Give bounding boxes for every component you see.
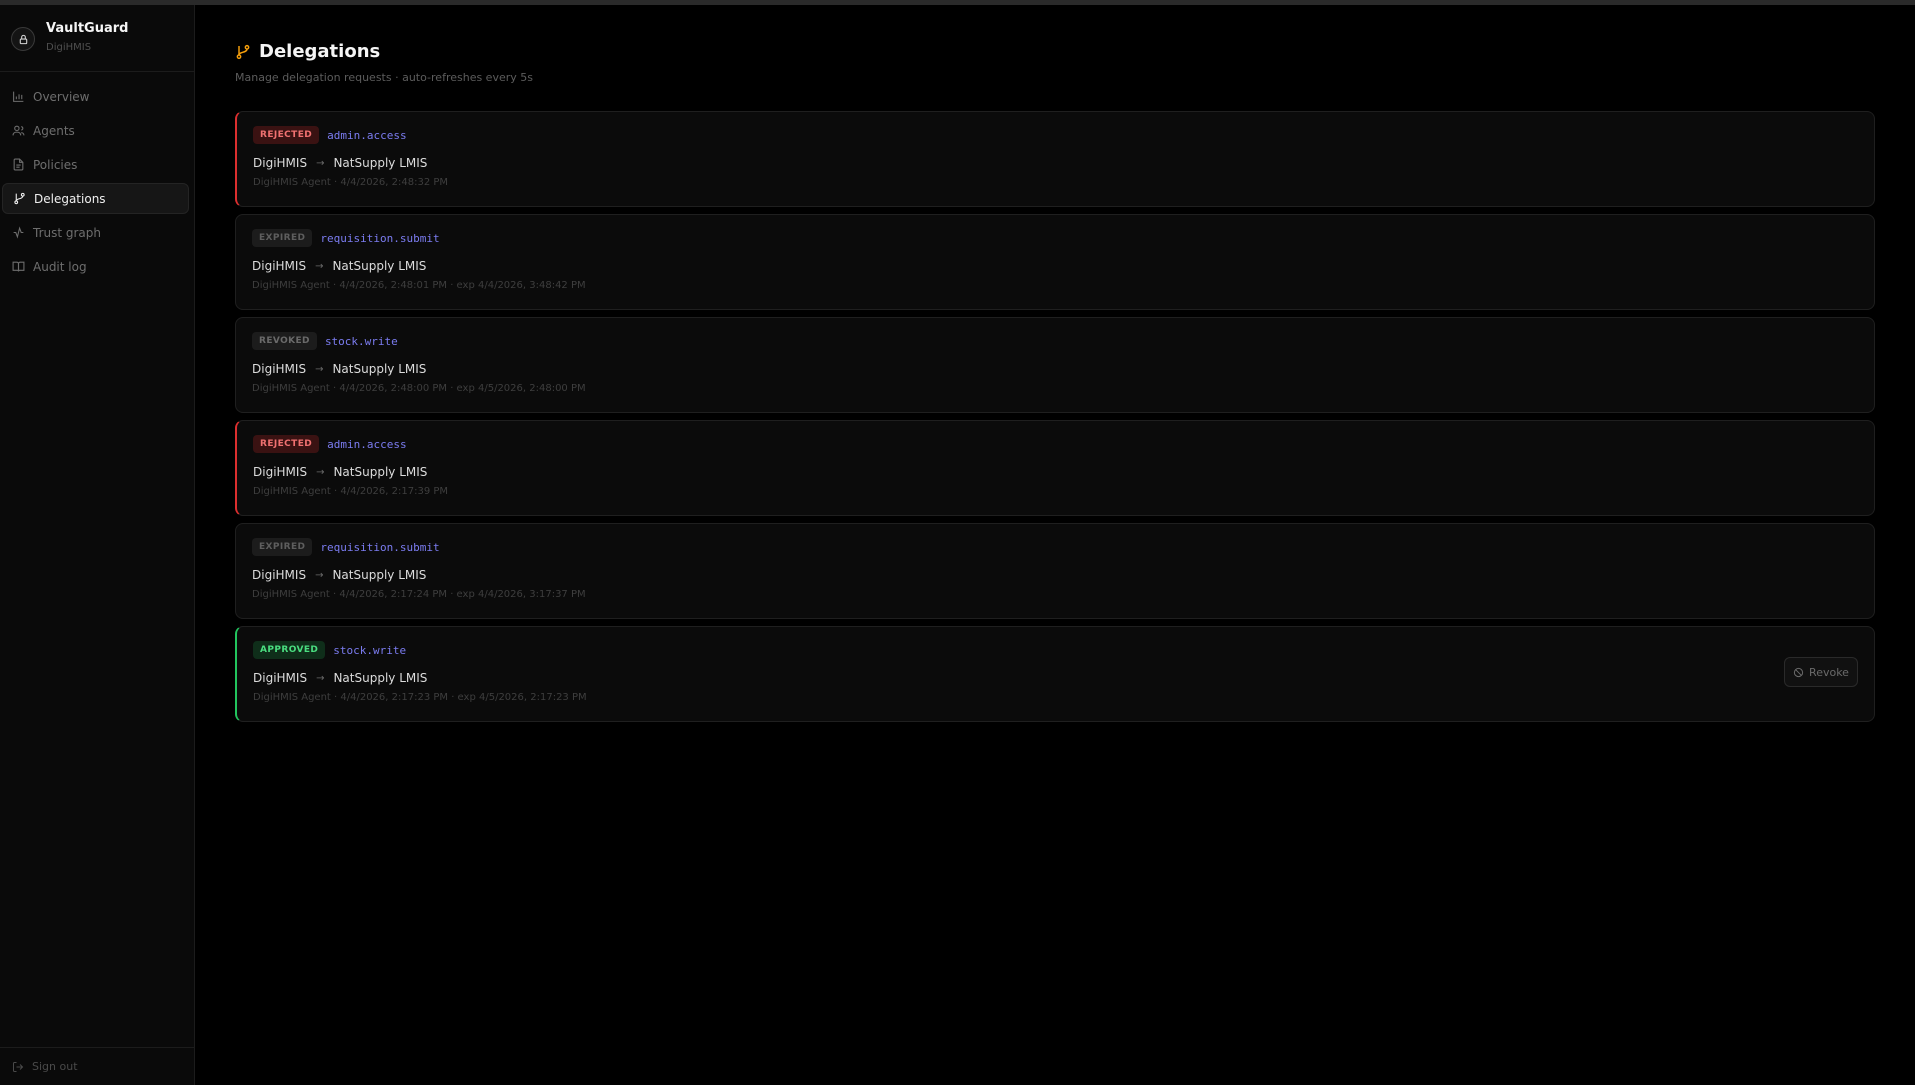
document-icon: [13, 158, 24, 171]
sidebar-item-overview[interactable]: Overview: [2, 81, 189, 112]
sidebar-item-label: Policies: [33, 157, 78, 172]
delegation-from: DigiHMIS: [252, 362, 307, 376]
book-icon: [12, 261, 25, 272]
delegation-to: NatSupply LMIS: [333, 671, 428, 685]
app-name: VaultGuard: [46, 21, 129, 36]
page-title: Delegations: [235, 41, 380, 62]
sidebar-item-delegations[interactable]: Delegations: [2, 183, 189, 214]
sidebar-item-label: Overview: [33, 89, 90, 104]
delegation-card: REJECTED admin.access DigiHMIS → NatSupp…: [235, 111, 1875, 207]
status-badge: EXPIRED: [252, 229, 313, 247]
page-subtitle: Manage delegation requests · auto-refres…: [235, 71, 533, 84]
delegation-to: NatSupply LMIS: [333, 156, 428, 170]
delegation-from: DigiHMIS: [253, 671, 308, 685]
brand-header: VaultGuard DigiHMIS: [0, 5, 195, 72]
delegation-from: DigiHMIS: [253, 465, 308, 479]
users-icon: [12, 125, 25, 136]
delegation-card: REJECTED admin.access DigiHMIS → NatSupp…: [235, 420, 1875, 516]
delegation-card: EXPIRED requisition.submit DigiHMIS → Na…: [235, 214, 1875, 310]
delegation-card: REVOKED stock.write DigiHMIS → NatSupply…: [235, 317, 1875, 413]
permission-scope: admin.access: [327, 437, 407, 451]
status-badge: REJECTED: [253, 435, 320, 453]
sidebar-item-label: Audit log: [33, 259, 87, 274]
delegation-card: EXPIRED requisition.submit DigiHMIS → Na…: [235, 523, 1875, 619]
sidebar-nav: Overview Agents Policies Delegations Tru…: [0, 81, 195, 285]
git-branch-icon: [14, 192, 25, 205]
lock-icon: [11, 27, 35, 51]
sidebar-item-policies[interactable]: Policies: [2, 149, 189, 180]
status-badge: REVOKED: [252, 332, 317, 350]
revoke-button[interactable]: Revoke: [1784, 657, 1858, 687]
ban-icon: [1793, 667, 1804, 677]
permission-scope: admin.access: [327, 128, 407, 142]
permission-scope: requisition.submit: [320, 540, 440, 554]
sidebar-item-trust-graph[interactable]: Trust graph: [2, 217, 189, 248]
arrow-right-icon: →: [316, 466, 325, 478]
arrow-right-icon: →: [316, 672, 325, 684]
permission-scope: stock.write: [333, 643, 407, 657]
bar-chart-icon: [13, 91, 24, 102]
permission-scope: requisition.submit: [320, 231, 440, 245]
status-badge: EXPIRED: [252, 538, 313, 556]
arrow-right-icon: →: [315, 260, 324, 272]
delegation-to: NatSupply LMIS: [332, 568, 427, 582]
delegation-list: REJECTED admin.access DigiHMIS → NatSupp…: [235, 111, 1875, 729]
arrow-right-icon: →: [315, 363, 324, 375]
delegation-meta: DigiHMIS Agent · 4/4/2026, 2:48:01 PM · …: [252, 280, 586, 291]
delegation-to: NatSupply LMIS: [333, 465, 428, 479]
delegation-meta: DigiHMIS Agent · 4/4/2026, 2:17:24 PM · …: [252, 589, 586, 600]
sidebar-item-agents[interactable]: Agents: [2, 115, 189, 146]
delegation-to: NatSupply LMIS: [332, 259, 427, 273]
org-name: DigiHMIS: [46, 42, 92, 53]
sidebar-item-audit-log[interactable]: Audit log: [2, 251, 189, 282]
activity-icon: [13, 226, 24, 239]
sidebar-item-label: Agents: [33, 123, 75, 138]
sign-out-label: Sign out: [32, 1060, 78, 1073]
delegation-to: NatSupply LMIS: [332, 362, 427, 376]
revoke-label: Revoke: [1809, 665, 1849, 679]
arrow-right-icon: →: [315, 569, 324, 581]
sign-out-button[interactable]: Sign out: [0, 1047, 195, 1085]
sidebar: VaultGuard DigiHMIS Overview Agents Poli…: [0, 5, 195, 1085]
delegation-meta: DigiHMIS Agent · 4/4/2026, 2:17:23 PM · …: [253, 692, 587, 703]
permission-scope: stock.write: [324, 334, 398, 348]
delegation-from: DigiHMIS: [253, 156, 308, 170]
delegation-meta: DigiHMIS Agent · 4/4/2026, 2:17:39 PM: [253, 486, 449, 497]
logout-icon: [13, 1061, 24, 1072]
sidebar-item-label: Trust graph: [33, 225, 102, 240]
top-bar: [0, 0, 1915, 5]
arrow-right-icon: →: [316, 157, 325, 169]
delegation-card: APPROVED stock.write DigiHMIS → NatSuppl…: [235, 626, 1875, 722]
git-branch-icon: [236, 44, 250, 59]
delegation-from: DigiHMIS: [252, 568, 307, 582]
delegation-from: DigiHMIS: [252, 259, 307, 273]
delegation-meta: DigiHMIS Agent · 4/4/2026, 2:48:32 PM: [253, 177, 449, 188]
page-title-text: Delegations: [259, 41, 381, 62]
status-badge: APPROVED: [253, 641, 326, 659]
status-badge: REJECTED: [253, 126, 320, 144]
delegation-meta: DigiHMIS Agent · 4/4/2026, 2:48:00 PM · …: [252, 383, 586, 394]
sidebar-item-label: Delegations: [34, 191, 106, 206]
